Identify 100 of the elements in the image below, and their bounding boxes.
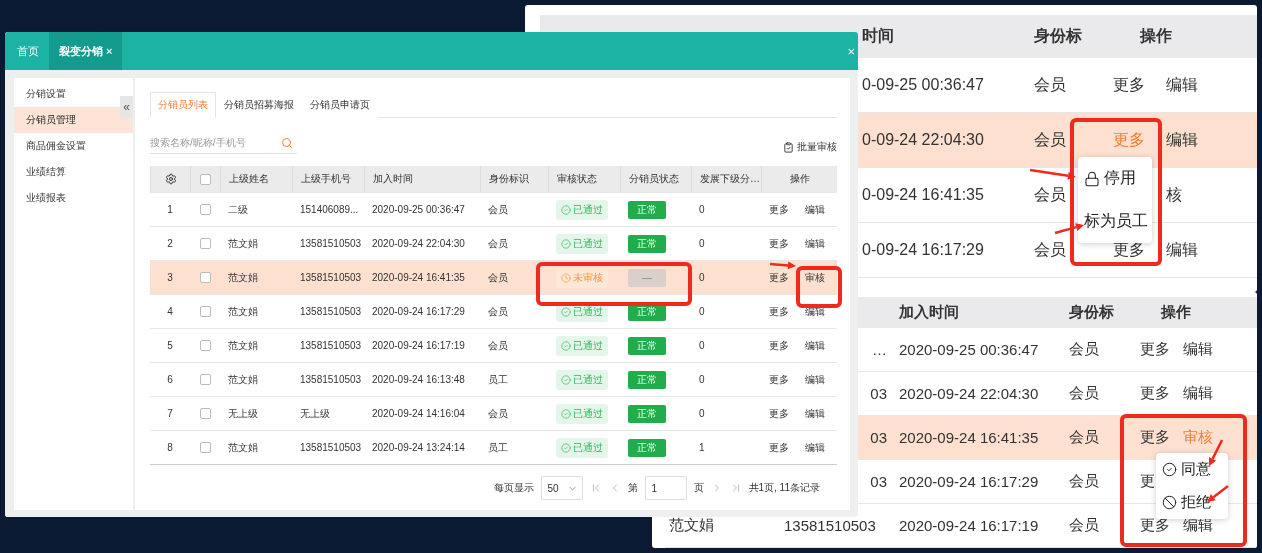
- table-cell-text: 2020-09-25 00:36:47: [898, 341, 1040, 358]
- sidebar-item[interactable]: 商品佣金设置: [14, 133, 133, 159]
- page-prefix: 第: [627, 481, 638, 495]
- more-link[interactable]: 更多: [769, 372, 789, 387]
- edit-link[interactable]: 编辑: [805, 202, 825, 217]
- table-cell-text: 13581510503: [299, 339, 363, 353]
- batch-review-button[interactable]: 批量审核: [783, 140, 837, 154]
- sidebar-item[interactable]: 业绩报表: [14, 185, 133, 211]
- checkbox[interactable]: [199, 408, 211, 419]
- table-cell-text: 会员: [1033, 129, 1067, 150]
- more-link[interactable]: 更多: [1140, 384, 1170, 403]
- table-cell-text: 0: [698, 339, 706, 353]
- table-cell-text: 会员: [487, 236, 509, 251]
- table-cell-text: 0: [698, 203, 706, 217]
- settings-icon[interactable]: [164, 173, 177, 185]
- review-status-badge: 已通过: [556, 335, 608, 356]
- edit-link[interactable]: 编辑: [1183, 516, 1213, 535]
- column-header: 身份标: [1068, 302, 1115, 322]
- lock-icon: [1084, 170, 1100, 187]
- page-size-select[interactable]: 50: [540, 476, 583, 500]
- search-field[interactable]: 搜索名称/昵称/手机号: [150, 132, 297, 154]
- table-cell-text: 2020-09-24 16:41:35: [898, 429, 1040, 446]
- menu-item[interactable]: 同意: [1162, 460, 1222, 479]
- menu-item[interactable]: 标为员工: [1084, 211, 1146, 232]
- table-cell-text: 会员: [487, 202, 509, 217]
- table-cell-text: 范文娟: [227, 236, 259, 251]
- collapse-button[interactable]: «: [120, 96, 133, 118]
- page-size-label: 每页显示: [493, 481, 534, 495]
- clipboard-icon: [783, 141, 794, 153]
- more-link[interactable]: 更多: [769, 236, 789, 251]
- sidebar-item[interactable]: 业绩结算: [14, 159, 133, 185]
- checkbox[interactable]: [199, 306, 211, 317]
- row-number: 4: [166, 305, 174, 319]
- check-circle-icon: [1162, 462, 1177, 477]
- table-cell-text: 13581510503: [299, 305, 363, 319]
- status-badge: 正常: [628, 438, 666, 457]
- row-number: 2: [166, 237, 174, 251]
- checkbox[interactable]: [199, 374, 211, 385]
- more-link[interactable]: 更多: [769, 270, 789, 285]
- table-cell-text: 03: [869, 473, 888, 490]
- table-cell-text: 会员: [487, 304, 509, 319]
- table-cell-text: 会员: [1068, 340, 1100, 359]
- table-cell-text: 无上级: [299, 406, 331, 421]
- edit-link[interactable]: 编辑: [1183, 384, 1213, 403]
- prohibited-icon: [1162, 495, 1177, 510]
- table-cell-text: 范文娟: [227, 440, 259, 455]
- table-cell-text: 会员: [487, 406, 509, 421]
- more-link[interactable]: 更多: [769, 304, 789, 319]
- edit-link[interactable]: 编辑: [805, 338, 825, 353]
- checkbox[interactable]: [199, 204, 211, 215]
- edit-link[interactable]: 编辑: [1166, 74, 1198, 96]
- checkbox[interactable]: [199, 238, 211, 249]
- checkbox[interactable]: [199, 340, 211, 351]
- review-link[interactable]: 审核: [805, 270, 825, 285]
- menu-item[interactable]: 拒绝: [1162, 493, 1222, 512]
- more-link[interactable]: 更多: [1113, 239, 1145, 261]
- status-badge: 正常: [628, 370, 666, 389]
- table-cell-text: 会员: [1033, 74, 1067, 95]
- checkbox[interactable]: [200, 173, 211, 185]
- more-link[interactable]: 更多: [1140, 340, 1170, 359]
- table-cell-text: 0: [698, 271, 706, 285]
- column-header: 操作: [1160, 302, 1192, 322]
- page-input[interactable]: 1: [644, 476, 687, 500]
- edit-link[interactable]: 编辑: [805, 406, 825, 421]
- row-number: 5: [166, 339, 174, 353]
- more-link[interactable]: 更多: [769, 440, 789, 455]
- status-badge: —: [628, 268, 666, 287]
- table-cell-text: 会员: [1033, 184, 1067, 205]
- row-number: 7: [166, 407, 174, 421]
- table-cell-text: 无上级: [227, 406, 259, 421]
- checkbox[interactable]: [199, 272, 211, 283]
- more-link[interactable]: 更多: [769, 406, 789, 421]
- table-cell-text: 0-09-24 16:17:29: [861, 241, 985, 259]
- more-link[interactable]: 更多: [1140, 516, 1170, 535]
- more-link[interactable]: 更多: [1113, 74, 1145, 96]
- edit-link[interactable]: 编辑: [1183, 340, 1213, 359]
- table-cell-text: 2020-09-24 16:17:19: [898, 517, 1040, 534]
- more-link[interactable]: 更多: [769, 202, 789, 217]
- review-status-badge: 已通过: [556, 369, 608, 390]
- menu-item[interactable]: 停用: [1084, 168, 1146, 189]
- table-cell-text: 2020-09-25 00:36:47: [371, 203, 466, 217]
- edit-link[interactable]: 编辑: [805, 440, 825, 455]
- table-cell-text: 会员: [1068, 384, 1100, 403]
- more-link[interactable]: 更多: [1140, 428, 1170, 447]
- table-cell-text: 2020-09-24 16:17:19: [371, 339, 466, 353]
- checkbox[interactable]: [199, 442, 211, 453]
- edit-link[interactable]: 编辑: [805, 236, 825, 251]
- more-link[interactable]: 更多: [769, 338, 789, 353]
- review-link[interactable]: 核: [1166, 184, 1182, 206]
- edit-link[interactable]: 编辑: [805, 372, 825, 387]
- table-cell-text: 范文娟: [227, 338, 259, 353]
- table-cell-text: …: [871, 341, 888, 358]
- table-cell-text: 0-09-25 00:36:47: [861, 76, 985, 94]
- edit-link[interactable]: 编辑: [1166, 129, 1198, 151]
- table-cell-text: 0: [698, 237, 706, 251]
- column-header: 时间: [861, 26, 895, 46]
- table-cell-text: 0: [698, 373, 706, 387]
- more-link[interactable]: 更: [1140, 472, 1155, 491]
- status-badge: 正常: [628, 234, 666, 253]
- edit-link[interactable]: 编辑: [1166, 239, 1198, 261]
